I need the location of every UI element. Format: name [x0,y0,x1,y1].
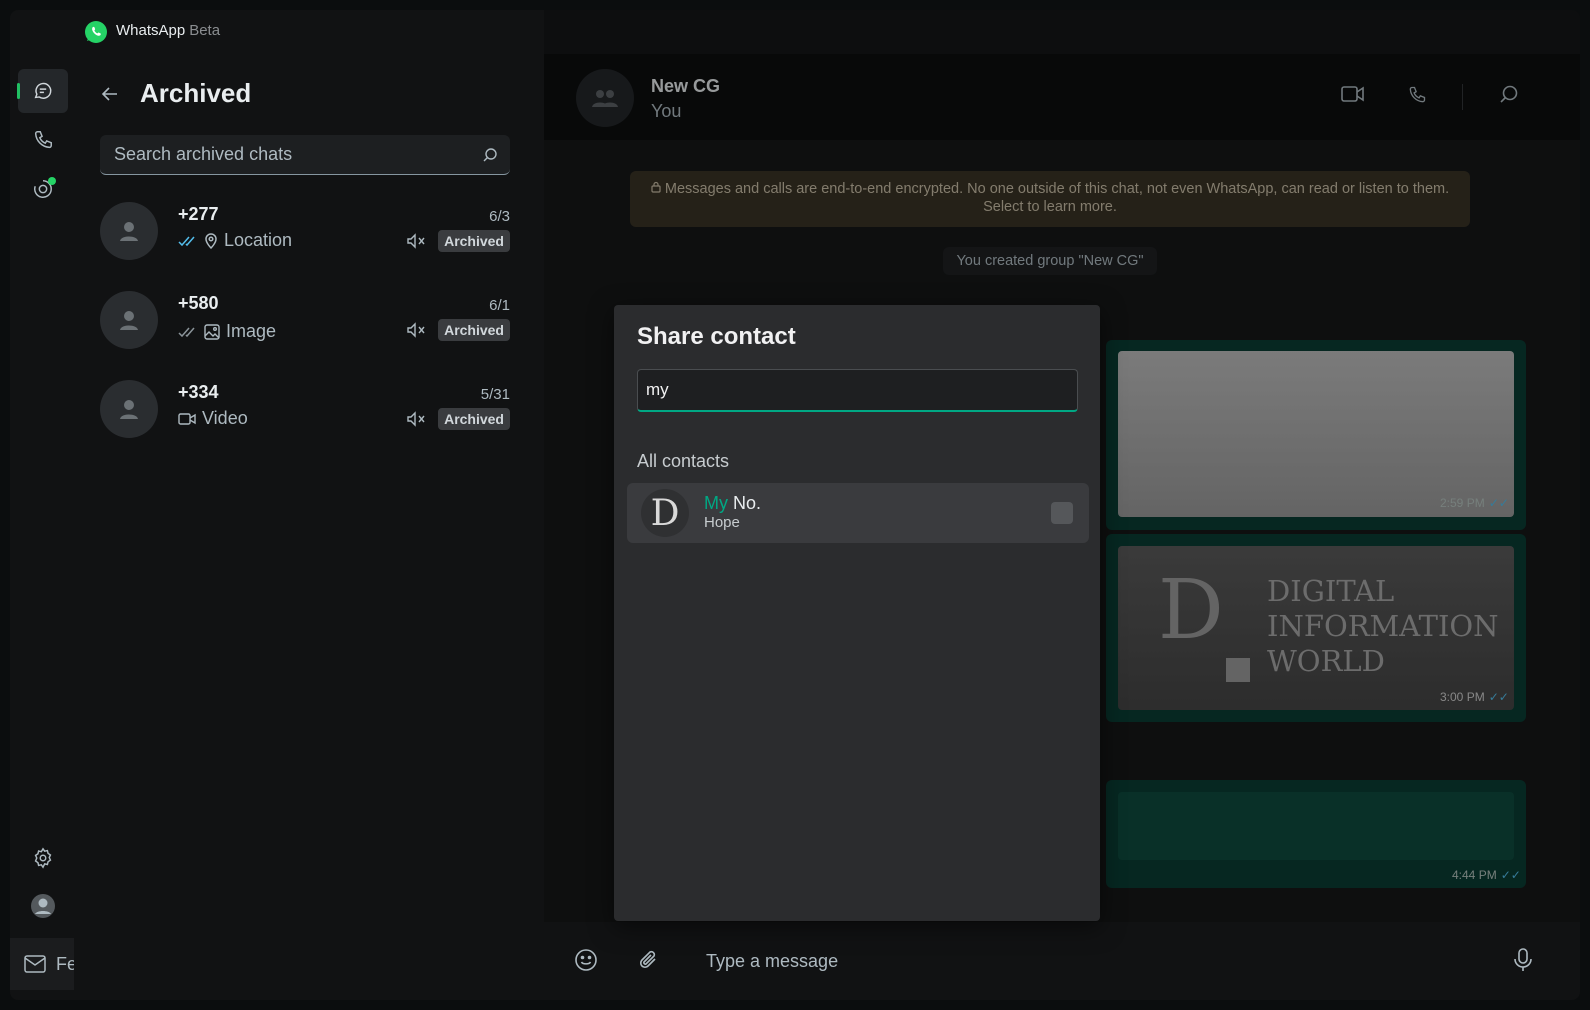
profile-icon [31,894,55,918]
chat-name: +277 [178,204,219,224]
search-icon [483,147,497,161]
archived-badge: Archived [438,408,510,430]
location-pin-icon [205,232,217,249]
archived-badge: Archived [438,230,510,252]
chat-meta: Archived [406,408,510,430]
nav-rail [10,54,74,1000]
rail-profile-button[interactable] [18,884,68,928]
default-avatar-icon [120,311,138,330]
avatar [100,380,158,438]
contact-name-rest: No. [728,493,762,513]
image-icon [204,323,220,340]
archived-badge: Archived [438,319,510,341]
default-avatar-icon [120,222,138,241]
app-title: WhatsApp Beta [116,22,220,39]
search-input[interactable] [112,143,452,166]
app-beta-label: Beta [189,22,221,39]
mail-icon [24,955,46,973]
rail-calls-button[interactable] [18,118,68,162]
contact-checkbox[interactable] [1051,502,1073,524]
message-composer [544,922,1580,1000]
archived-panel: Archived +277 6/3 Location Archived [74,54,544,1000]
chat-list-item[interactable]: +334 5/31 Video Archived [100,380,510,468]
contact-subtitle: Hope [704,514,740,531]
chat-preview: Location [178,230,292,251]
chat-name: +334 [178,382,219,402]
rail-chats-button[interactable] [17,69,68,113]
contact-search-input[interactable] [637,369,1078,412]
muted-icon [407,233,425,249]
contact-name: My No. [704,493,761,514]
chat-preview-text: Location [224,230,293,250]
attach-icon[interactable] [638,948,660,972]
chat-date: 6/3 [489,208,510,225]
app-window: WhatsAppBeta Feedback [10,10,1580,1000]
dialog-title: Share contact [637,323,796,350]
rail-settings-button[interactable] [18,836,68,880]
chat-meta: Archived [406,230,510,252]
avatar [100,202,158,260]
back-arrow-icon[interactable] [100,84,120,104]
chat-name: +580 [178,293,219,313]
chat-list-item[interactable]: +580 6/1 Image Archived [100,291,510,379]
calls-icon [34,131,52,149]
default-avatar-icon [120,400,138,419]
page-title: Archived [140,78,252,108]
chat-date: 5/31 [480,386,510,403]
chat-list-item[interactable]: +277 6/3 Location Archived [100,202,510,290]
settings-icon [34,847,52,869]
muted-icon [407,411,425,427]
chat-preview: Image [178,321,276,342]
chat-preview-text: Video [202,408,248,428]
microphone-icon[interactable] [1514,948,1532,972]
chat-meta: Archived [406,319,510,341]
archived-search[interactable] [100,135,510,175]
section-label: All contacts [637,451,730,471]
chat-preview: Video [178,408,248,429]
chat-date: 6/1 [489,297,510,314]
share-contact-dialog: Share contact All contacts D My No. Hope [614,305,1100,921]
avatar [100,291,158,349]
contact-list-item[interactable]: D My No. Hope [627,483,1089,543]
status-unread-dot [48,177,56,185]
read-ticks-icon [178,236,195,246]
delivered-ticks-icon [178,327,195,337]
chats-icon [34,82,52,99]
contact-avatar: D [641,489,689,537]
whatsapp-logo-icon [85,21,107,43]
muted-icon [407,322,425,338]
contact-name-match: My [704,493,728,513]
app-name: WhatsApp [116,22,186,39]
video-icon [178,412,196,425]
archived-header: Archived [100,78,251,109]
rail-status-button[interactable] [18,167,68,211]
emoji-icon[interactable] [574,948,598,972]
message-input[interactable] [704,946,1464,976]
chat-preview-text: Image [226,321,277,341]
